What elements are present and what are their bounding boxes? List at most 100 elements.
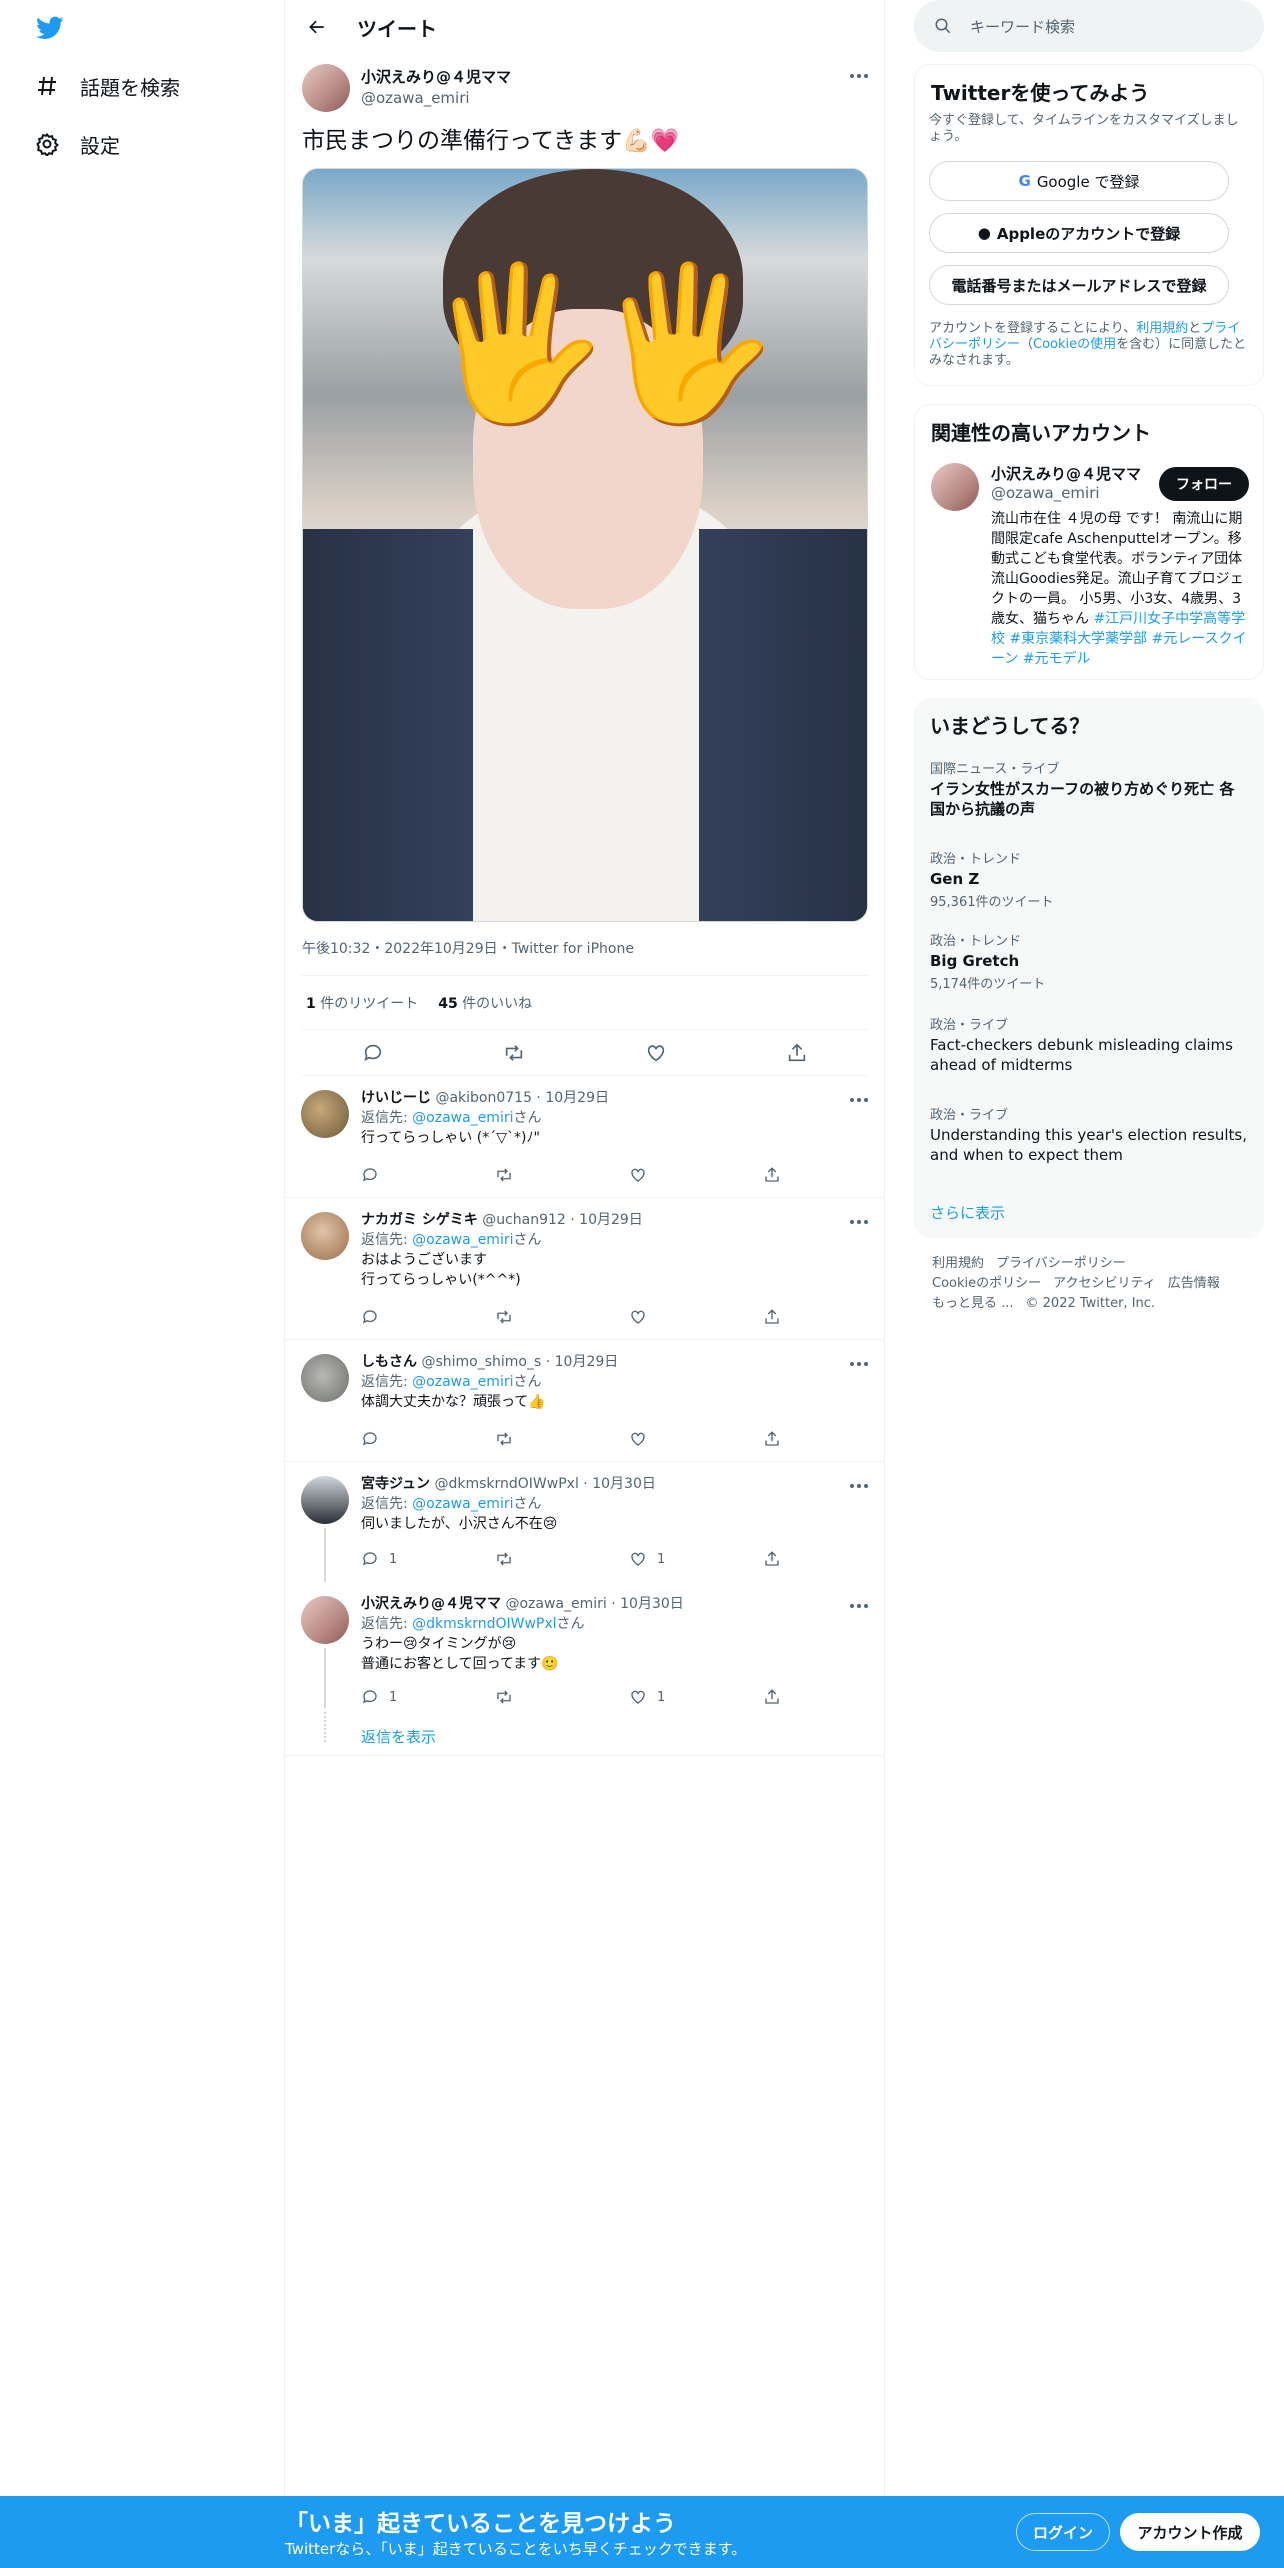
- search-input[interactable]: キーワード検索: [970, 16, 1075, 37]
- reply-author-name[interactable]: 宮寺ジュン: [361, 1476, 430, 1492]
- reply-tweet[interactable]: けいじーじ @akibon0715 · 10月29日 返信先: @ozawa_e…: [285, 1076, 885, 1198]
- author-handle[interactable]: @ozawa_emiri: [361, 89, 511, 107]
- reply-date[interactable]: 10月30日: [620, 1596, 684, 1612]
- share-icon[interactable]: [785, 1041, 809, 1065]
- reply-to-link[interactable]: @ozawa_emiri: [412, 1232, 513, 1248]
- retweet-icon[interactable]: [502, 1041, 526, 1065]
- retweet-icon[interactable]: [495, 1430, 585, 1448]
- reply-to-link[interactable]: @ozawa_emiri: [412, 1374, 513, 1390]
- reply-author-handle[interactable]: @ozawa_emiri: [505, 1596, 606, 1612]
- reply-author-name[interactable]: 小沢えみり@４児ママ: [361, 1596, 501, 1612]
- twitter-logo-icon[interactable]: [34, 14, 66, 42]
- reply-date[interactable]: 10月29日: [545, 1090, 609, 1106]
- show-replies-link[interactable]: 返信を表示: [361, 1726, 436, 1747]
- retweet-icon[interactable]: [495, 1550, 585, 1568]
- footer-link[interactable]: 利用規約: [932, 1256, 984, 1271]
- tweet-photo[interactable]: 🖐 🖐: [302, 168, 868, 922]
- search-icon: [934, 17, 952, 35]
- like-icon[interactable]: [629, 1308, 719, 1326]
- reply-author-handle[interactable]: @uchan912: [482, 1212, 566, 1228]
- more-options-icon[interactable]: [849, 66, 869, 86]
- footer-link[interactable]: プライバシーポリシー: [996, 1256, 1126, 1271]
- share-icon[interactable]: [763, 1550, 781, 1568]
- reply-author-handle[interactable]: @akibon0715: [435, 1090, 532, 1106]
- retweet-icon[interactable]: [495, 1688, 585, 1706]
- reply-tweet[interactable]: ナカガミ シゲミキ @uchan912 · 10月29日 返信先: @ozawa…: [285, 1198, 885, 1340]
- avatar[interactable]: [301, 1090, 349, 1138]
- reply-icon[interactable]: 1: [361, 1688, 451, 1706]
- terms-link[interactable]: 利用規約: [1136, 321, 1188, 336]
- share-icon[interactable]: [763, 1308, 781, 1326]
- show-more-link[interactable]: さらに表示: [930, 1202, 1005, 1223]
- trend-item[interactable]: 政治・トレンド Gen Z 95,361件のツイート: [930, 848, 1248, 910]
- like-icon[interactable]: [629, 1430, 719, 1448]
- reply-date[interactable]: 10月30日: [592, 1476, 656, 1492]
- share-icon[interactable]: [763, 1688, 781, 1706]
- reply-icon[interactable]: 1: [361, 1550, 451, 1568]
- related-account-name[interactable]: 小沢えみり@４児ママ: [991, 463, 1141, 484]
- reply-icon[interactable]: [361, 1041, 385, 1065]
- google-signup-button[interactable]: G Google で登録: [929, 161, 1229, 201]
- share-icon[interactable]: [763, 1430, 781, 1448]
- retweet-stat[interactable]: 1 件のリツイート: [306, 993, 418, 1013]
- cookie-link[interactable]: Cookieの使用: [1033, 337, 1116, 352]
- like-stat[interactable]: 45 件のいいね: [438, 993, 532, 1013]
- reply-author-handle[interactable]: @shimo_shimo_s: [421, 1354, 541, 1370]
- reply-to-link[interactable]: @ozawa_emiri: [412, 1110, 513, 1126]
- avatar[interactable]: [301, 1354, 349, 1402]
- footer-link[interactable]: Cookieのポリシー: [932, 1276, 1041, 1291]
- reply-tweet[interactable]: しもさん @shimo_shimo_s · 10月29日 返信先: @ozawa…: [285, 1340, 885, 1462]
- reply-to-suffix: さん: [513, 1110, 542, 1126]
- avatar[interactable]: [301, 1212, 349, 1260]
- create-account-button[interactable]: アカウント作成: [1120, 2513, 1260, 2551]
- related-account-handle[interactable]: @ozawa_emiri: [991, 484, 1141, 502]
- reply-thread: 宮寺ジュン @dkmskrndOIWwPxl · 10月30日 返信先: @oz…: [285, 1462, 885, 1756]
- like-icon[interactable]: 1: [629, 1550, 719, 1568]
- reply-icon[interactable]: [361, 1166, 451, 1184]
- trend-item[interactable]: 政治・ライブ Understanding this year's electio…: [930, 1104, 1248, 1165]
- reply-author-name[interactable]: けいじーじ: [361, 1090, 431, 1106]
- like-icon[interactable]: [629, 1166, 719, 1184]
- gear-icon: [34, 131, 60, 157]
- avatar[interactable]: [301, 1596, 349, 1644]
- trend-item[interactable]: 政治・トレンド Big Gretch 5,174件のツイート: [930, 930, 1248, 992]
- retweet-icon[interactable]: [495, 1166, 585, 1184]
- trend-item[interactable]: 政治・ライブ Fact-checkers debunk misleading c…: [930, 1014, 1248, 1075]
- trend-title: Gen Z: [930, 870, 980, 888]
- reply-to-link[interactable]: @ozawa_emiri: [412, 1496, 513, 1512]
- left-nav: 話題を検索 設定: [0, 0, 285, 2500]
- phone-email-signup-button[interactable]: 電話番号またはメールアドレスで登録: [929, 265, 1229, 305]
- share-icon[interactable]: [763, 1166, 781, 1184]
- reply-tweet[interactable]: 宮寺ジュン @dkmskrndOIWwPxl · 10月30日 返信先: @oz…: [285, 1462, 885, 1582]
- reply-author-name[interactable]: ナカガミ シゲミキ: [361, 1212, 478, 1228]
- footer-link[interactable]: アクセシビリティ: [1053, 1276, 1156, 1291]
- footer-more-link[interactable]: もっと見る ...: [932, 1296, 1014, 1311]
- retweet-icon[interactable]: [495, 1308, 585, 1326]
- apple-signup-button[interactable]: ● Appleのアカウントで登録: [929, 213, 1229, 253]
- reply-tweet[interactable]: 小沢えみり@４児ママ @ozawa_emiri · 10月30日 返信先: @d…: [285, 1582, 885, 1722]
- reply-icon[interactable]: [361, 1308, 451, 1326]
- search-bar[interactable]: キーワード検索: [914, 0, 1264, 52]
- reply-to-prefix: 返信先:: [361, 1496, 413, 1512]
- nav-item-settings[interactable]: 設定: [34, 122, 120, 166]
- reply-author-name[interactable]: しもさん: [361, 1354, 417, 1370]
- author-name[interactable]: 小沢えみり@４児ママ: [361, 66, 511, 87]
- reply-date[interactable]: 10月29日: [555, 1354, 619, 1370]
- back-arrow-icon[interactable]: [301, 11, 333, 43]
- avatar[interactable]: [931, 463, 979, 511]
- trend-item[interactable]: 国際ニュース・ライブ イラン女性がスカーフの被り方めぐり死亡 各国から抗議の声: [930, 758, 1248, 819]
- reply-author-handle[interactable]: @dkmskrndOIWwPxl: [434, 1476, 578, 1492]
- footer-link[interactable]: 広告情報: [1168, 1276, 1220, 1291]
- trend-category: 国際ニュース・ライブ: [930, 762, 1060, 777]
- follow-button[interactable]: フォロー: [1159, 467, 1249, 501]
- avatar[interactable]: [301, 1476, 349, 1524]
- login-button[interactable]: ログイン: [1016, 2513, 1110, 2551]
- avatar[interactable]: [302, 64, 350, 112]
- reply-to-link[interactable]: @dkmskrndOIWwPxl: [412, 1616, 556, 1632]
- nav-item-explore[interactable]: 話題を検索: [34, 64, 180, 108]
- like-icon[interactable]: 1: [629, 1688, 719, 1706]
- reply-icon[interactable]: [361, 1430, 451, 1448]
- reply-date[interactable]: 10月29日: [579, 1212, 643, 1228]
- signup-card: Twitterを使ってみよう 今すぐ登録して、タイムラインをカスタマイズしましょ…: [914, 64, 1264, 386]
- like-icon[interactable]: [644, 1041, 668, 1065]
